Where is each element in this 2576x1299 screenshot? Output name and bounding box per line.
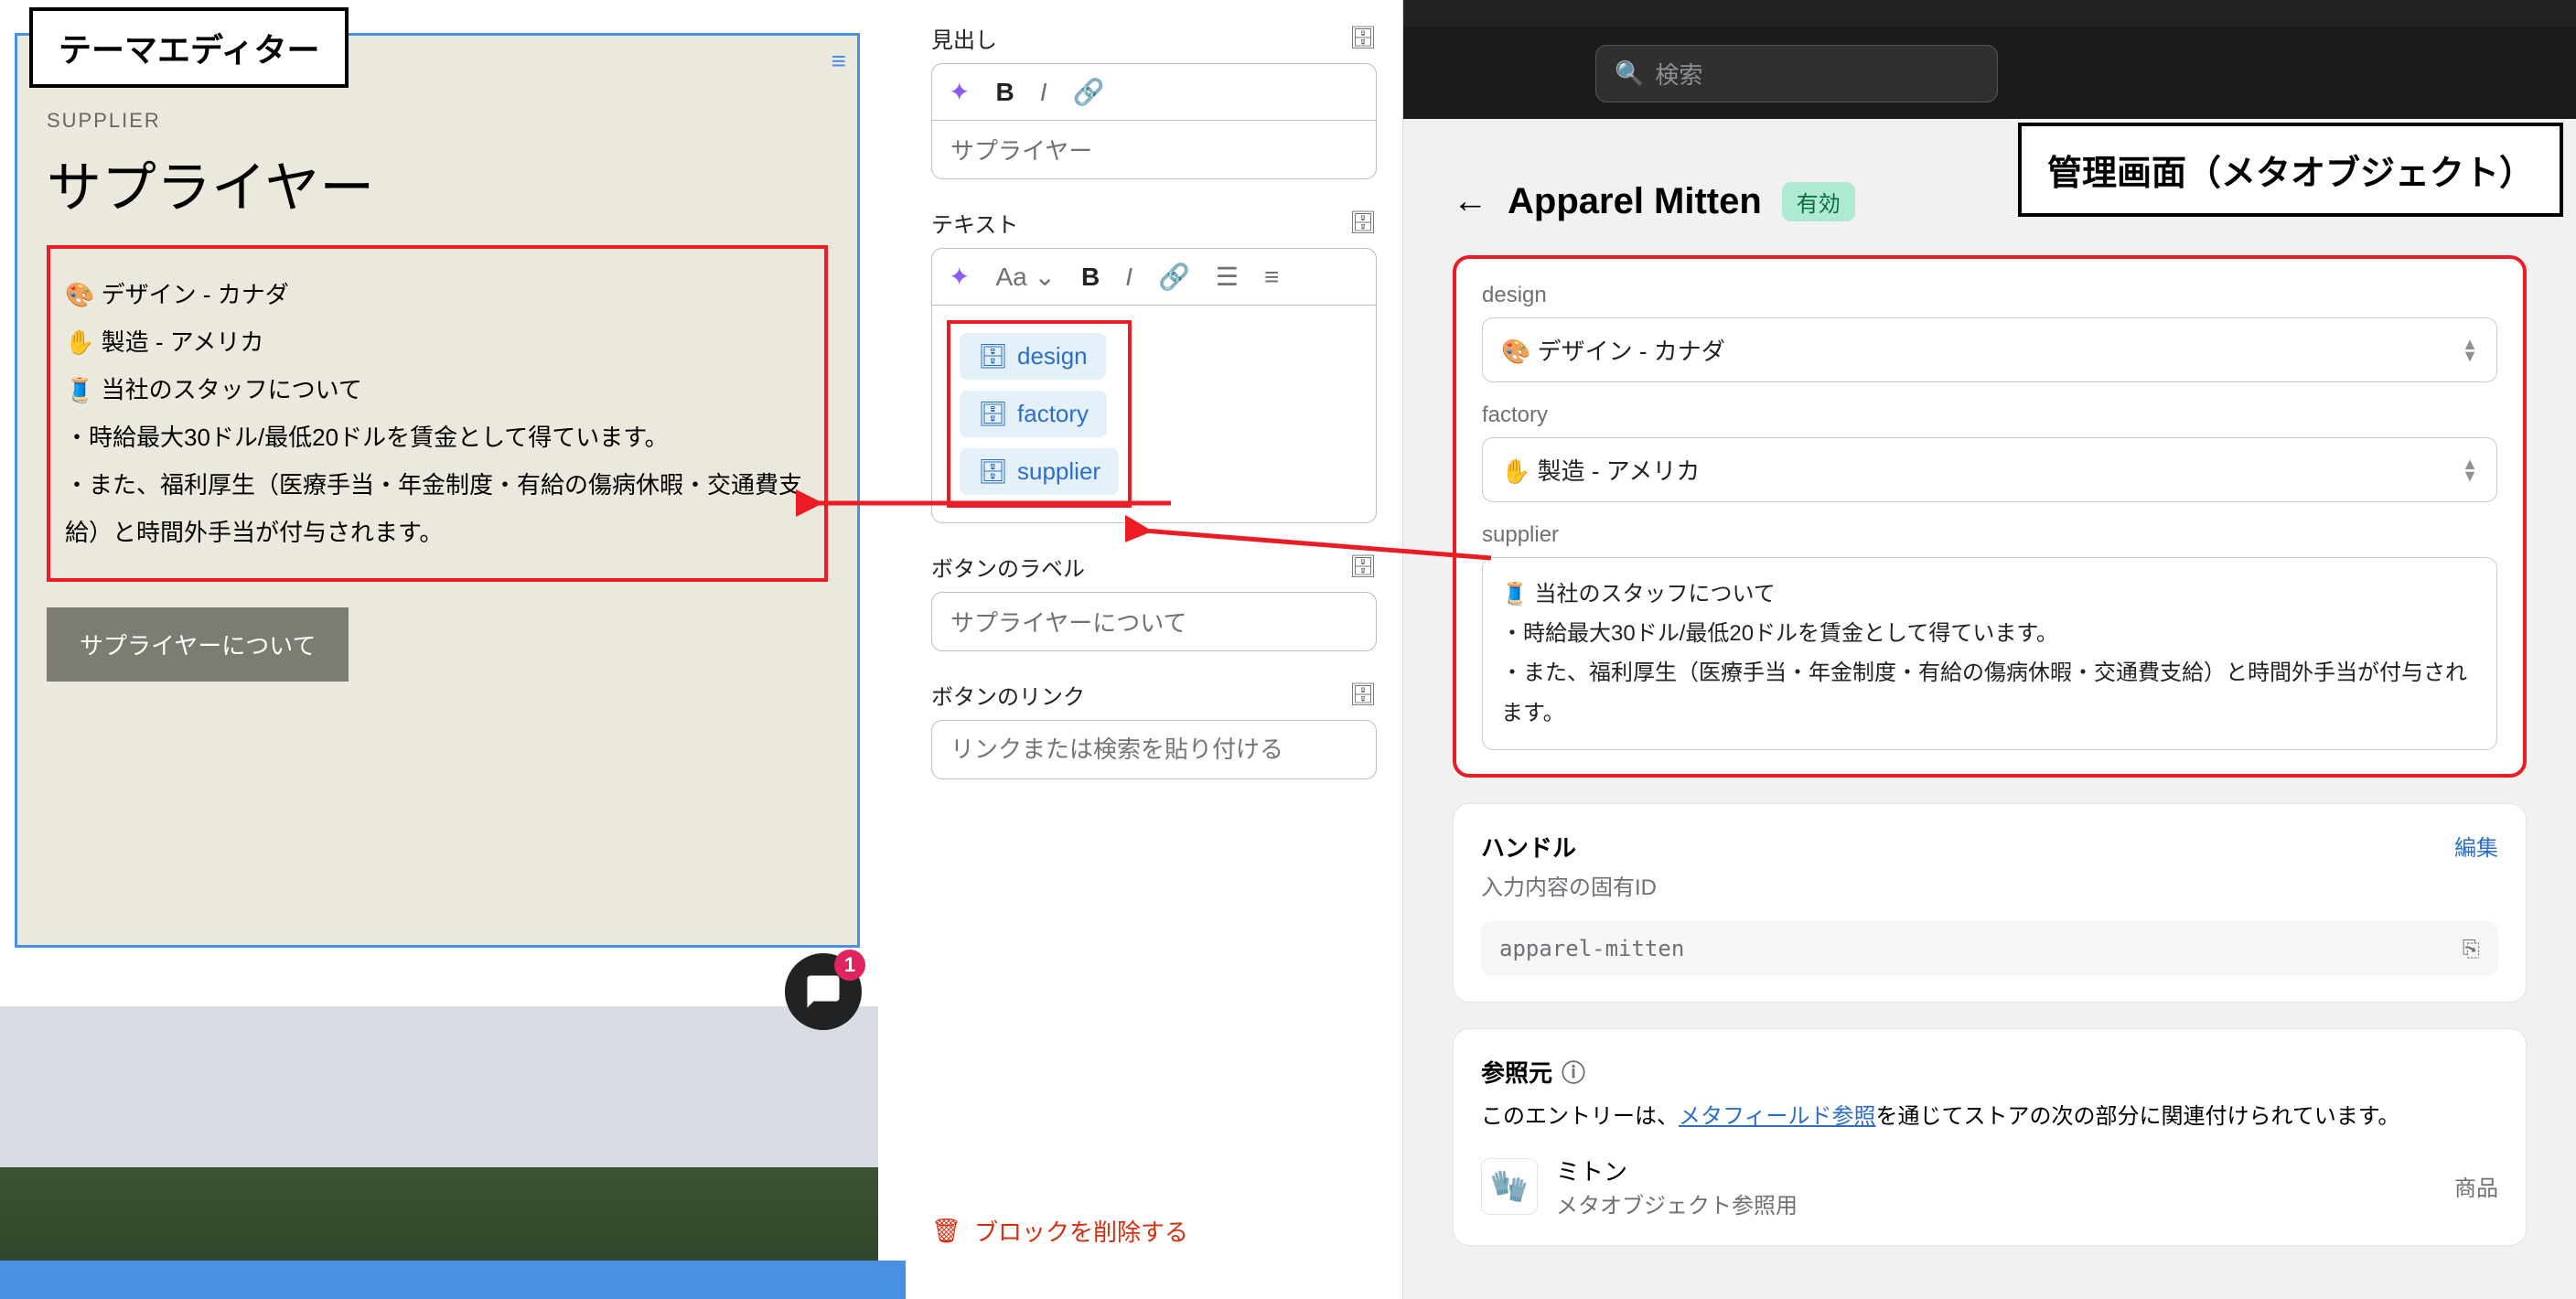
references-card: 参照元 ⓘ このエントリーは、メタフィールド参照を通じてストアの次の部分に関連付… bbox=[1453, 1028, 2527, 1246]
bold-icon[interactable]: B bbox=[1081, 263, 1100, 292]
database-icon: 🗄 bbox=[978, 457, 1008, 486]
font-button[interactable]: Aa ⌄ bbox=[995, 262, 1056, 292]
sparkle-icon[interactable]: ✦ bbox=[949, 77, 970, 107]
number-list-icon[interactable]: ≡ bbox=[1264, 263, 1279, 292]
database-icon[interactable]: 🗄 bbox=[1349, 682, 1377, 708]
cta-button[interactable]: サプライヤーについて bbox=[47, 607, 349, 682]
field-label-design: design bbox=[1482, 283, 2497, 308]
handle-card: ハンドル 編集 入力内容の固有ID apparel-mitten ⎘ bbox=[1453, 803, 2527, 1003]
database-icon: 🗄 bbox=[978, 342, 1008, 370]
page-title: サプライヤー bbox=[47, 144, 828, 223]
button-label-input[interactable] bbox=[931, 592, 1377, 651]
admin-panel-label: 管理画面（メタオブジェクト） bbox=[2018, 123, 2563, 217]
admin-body: ← Apparel Mitten 有効 design 🎨 デザイン - カナダ … bbox=[1403, 119, 2576, 1299]
theme-footer-image: 1 bbox=[0, 1006, 878, 1299]
highlighted-content-box: 🎨 デザイン - カナダ ✋ 製造 - アメリカ 🧵 当社のスタッフについて ・… bbox=[47, 245, 828, 582]
metaobject-fields-card: design 🎨 デザイン - カナダ ▲▼ factory ✋ 製造 - アメ… bbox=[1453, 255, 2527, 778]
tag-design[interactable]: 🗄design bbox=[960, 333, 1106, 380]
handle-title: ハンドル bbox=[1481, 830, 1576, 864]
entry-title: Apparel Mitten bbox=[1508, 181, 1762, 222]
link-icon[interactable]: 🔗 bbox=[1158, 262, 1190, 292]
search-icon: 🔍 bbox=[1615, 59, 1644, 88]
supplier-textarea[interactable]: 🧵 当社のスタッフについて ・時給最大30ドル/最低20ドルを賃金として得ていま… bbox=[1482, 557, 2497, 750]
trash-icon: 🗑 bbox=[931, 1217, 961, 1245]
theme-editor-label: テーマエディター bbox=[29, 7, 349, 88]
field-label-text: テキスト bbox=[931, 207, 1018, 239]
text-toolbar: ✦ Aa ⌄ B I 🔗 ☰ ≡ bbox=[931, 248, 1377, 306]
field-label-link: ボタンのリンク bbox=[931, 679, 1085, 711]
field-label-heading: 見出し bbox=[931, 22, 997, 54]
field-label-supplier: supplier bbox=[1482, 522, 2497, 548]
content-line: ・時給最大30ドル/最低20ドルを賃金として得ています。 bbox=[65, 413, 810, 461]
text-tag-area[interactable]: 🗄design 🗄factory 🗄supplier bbox=[931, 306, 1377, 523]
reference-item[interactable]: 🧤 ミトン メタオブジェクト参照用 商品 bbox=[1481, 1154, 2498, 1219]
ref-thumb: 🧤 bbox=[1481, 1158, 1538, 1215]
delete-block-button[interactable]: 🗑 ブロックを削除する bbox=[931, 1214, 1188, 1248]
content-line: 🧵 当社のスタッフについて bbox=[65, 366, 810, 413]
content-line: 🎨 デザイン - カナダ bbox=[65, 271, 810, 318]
ref-description: このエントリーは、メタフィールド参照を通じてストアの次の部分に関連付けられていま… bbox=[1481, 1098, 2498, 1130]
ref-sub: メタオブジェクト参照用 bbox=[1556, 1187, 1798, 1219]
italic-icon[interactable]: I bbox=[1040, 78, 1047, 107]
tag-factory[interactable]: 🗄factory bbox=[960, 391, 1107, 437]
theme-canvas[interactable]: ≡ SUPPLIER サプライヤー 🎨 デザイン - カナダ ✋ 製造 - アメ… bbox=[15, 33, 860, 948]
ref-name: ミトン bbox=[1556, 1154, 1798, 1187]
database-icon[interactable]: 🗄 bbox=[1349, 553, 1377, 580]
bullet-list-icon[interactable]: ☰ bbox=[1216, 262, 1239, 292]
admin-titlebar bbox=[1403, 0, 2576, 27]
content-line: ✋ 製造 - アメリカ bbox=[65, 318, 810, 366]
eyebrow-text: SUPPLIER bbox=[47, 109, 828, 133]
ref-title: 参照元 bbox=[1481, 1055, 1552, 1089]
chat-icon bbox=[804, 972, 843, 1011]
bold-icon[interactable]: B bbox=[995, 78, 1014, 107]
search-input[interactable]: 🔍 検索 bbox=[1595, 45, 1998, 102]
handle-sub: 入力内容の固有ID bbox=[1481, 869, 2498, 901]
info-icon[interactable]: ⓘ bbox=[1562, 1055, 1585, 1089]
heading-toolbar: ✦ B I 🔗 bbox=[931, 63, 1377, 121]
stepper-icon[interactable]: ▲▼ bbox=[2462, 458, 2478, 481]
design-input[interactable]: 🎨 デザイン - カナダ ▲▼ bbox=[1482, 317, 2497, 382]
settings-panel: 見出し 🗄 ✦ B I 🔗 テキスト 🗄 ✦ Aa ⌄ B I 🔗 ☰ ≡ 🗄d… bbox=[906, 0, 1403, 1299]
factory-input[interactable]: ✋ 製造 - アメリカ ▲▼ bbox=[1482, 437, 2497, 502]
tag-supplier[interactable]: 🗄supplier bbox=[960, 448, 1119, 495]
stepper-icon[interactable]: ▲▼ bbox=[2462, 338, 2478, 361]
database-icon[interactable]: 🗄 bbox=[1349, 25, 1377, 51]
button-link-input[interactable] bbox=[931, 720, 1377, 779]
chat-widget[interactable]: 1 bbox=[785, 953, 862, 1030]
highlighted-tags: 🗄design 🗄factory 🗄supplier bbox=[947, 320, 1132, 508]
database-icon: 🗄 bbox=[978, 400, 1008, 428]
status-badge: 有効 bbox=[1782, 182, 1855, 221]
field-label-factory: factory bbox=[1482, 403, 2497, 428]
theme-editor-panel: テーマエディター ≡ SUPPLIER サプライヤー 🎨 デザイン - カナダ … bbox=[0, 0, 878, 1299]
content-line: ・また、福利厚生（医療手当・年金制度・有給の傷病休暇・交通費支給）と時間外手当が… bbox=[65, 461, 810, 556]
chat-badge: 1 bbox=[834, 950, 865, 981]
ref-type: 商品 bbox=[2454, 1170, 2498, 1202]
copy-icon[interactable]: ⎘ bbox=[2463, 936, 2480, 961]
heading-input[interactable] bbox=[931, 121, 1377, 179]
admin-topbar: 🔍 検索 bbox=[1403, 27, 2576, 119]
field-label-button: ボタンのラベル bbox=[931, 551, 1085, 583]
back-button[interactable]: ← bbox=[1453, 182, 1487, 221]
bottom-strip bbox=[0, 1261, 951, 1299]
metafield-ref-link[interactable]: メタフィールド参照 bbox=[1679, 1104, 1876, 1129]
edit-link[interactable]: 編集 bbox=[2454, 830, 2498, 864]
link-icon[interactable]: 🔗 bbox=[1072, 77, 1104, 107]
dynamic-source-icon[interactable]: ≡ bbox=[832, 47, 846, 76]
italic-icon[interactable]: I bbox=[1125, 263, 1132, 292]
sparkle-icon[interactable]: ✦ bbox=[949, 262, 970, 292]
database-icon[interactable]: 🗄 bbox=[1349, 209, 1377, 236]
handle-input[interactable]: apparel-mitten ⎘ bbox=[1481, 921, 2498, 976]
